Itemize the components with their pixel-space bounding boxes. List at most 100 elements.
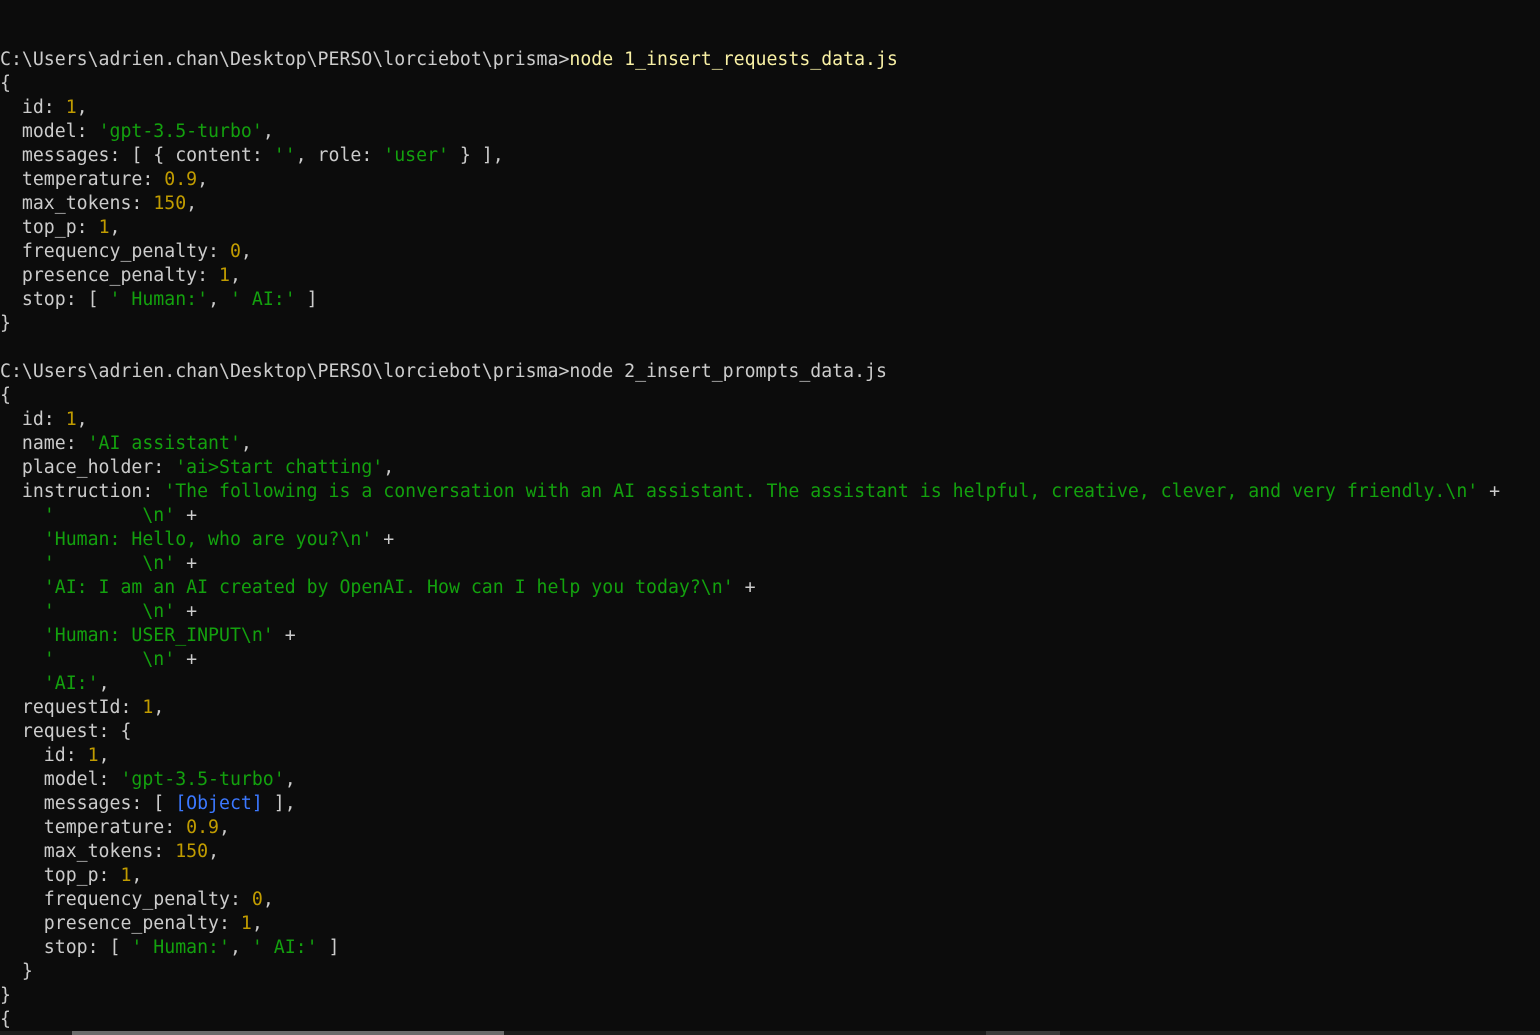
terminal-line: id: 1, (0, 96, 1540, 120)
string-value: 'gpt-3.5-turbo' (120, 769, 285, 790)
terminal-line: place_holder: 'ai>Start chatting', (0, 456, 1540, 480)
terminal-line: 'AI: I am an AI created by OpenAI. How c… (0, 576, 1540, 600)
output-text: C:\Users\adrien.chan\Desktop\PERSO\lorci… (0, 361, 887, 382)
number-value: 0 (251, 889, 263, 910)
string-value: ' Human:' (131, 937, 230, 958)
terminal-line: max_tokens: 150, (0, 840, 1540, 864)
output-text: , (76, 409, 88, 430)
horizontal-scrollbar-thumb[interactable] (72, 1031, 504, 1035)
terminal-line: presence_penalty: 1, (0, 912, 1540, 936)
output-text: id: (0, 97, 66, 118)
output-text: top_p: (0, 217, 99, 238)
output-text: , (208, 841, 220, 862)
output-text: , (98, 745, 110, 766)
output-text: id: (0, 409, 66, 430)
output-text: messages: [ { content: (0, 145, 274, 166)
output-text: , (131, 865, 143, 886)
output-text: id: (0, 745, 88, 766)
string-value: 'Human: USER_INPUT\n' (43, 625, 274, 646)
output-text: stop: [ (0, 937, 132, 958)
output-text: + (733, 577, 756, 598)
output-text: stop: [ (0, 289, 110, 310)
string-value: 'AI: I am an AI created by OpenAI. How c… (43, 577, 734, 598)
output-text: { (0, 385, 11, 406)
terminal-line: C:\Users\adrien.chan\Desktop\PERSO\lorci… (0, 360, 1540, 384)
output-text: , (262, 121, 274, 142)
string-value: '' (273, 145, 296, 166)
terminal-line: } (0, 312, 1540, 336)
output-text: frequency_penalty: (0, 241, 230, 262)
terminal-line: instruction: 'The following is a convers… (0, 480, 1540, 504)
terminal-line: ' \n' + (0, 648, 1540, 672)
command-text: node 1_insert_requests_data.js (569, 49, 898, 70)
output-text: { (0, 1009, 11, 1030)
terminal-line: id: 1, (0, 408, 1540, 432)
terminal-line: messages: [ [Object] ], (0, 792, 1540, 816)
horizontal-scrollbar-segment (986, 1031, 1060, 1035)
string-value: ' \n' (43, 505, 176, 526)
output-text: ] (317, 937, 340, 958)
output-text: frequency_penalty: (0, 889, 252, 910)
terminal-line: C:\Users\adrien.chan\Desktop\PERSO\lorci… (0, 48, 1540, 72)
output-text: temperature: (0, 817, 187, 838)
string-value: 'The following is a conversation with an… (164, 481, 1479, 502)
output-text: presence_penalty: (0, 265, 219, 286)
number-value: 1 (120, 865, 132, 886)
string-value: 'user' (383, 145, 449, 166)
terminal-line: top_p: 1, (0, 216, 1540, 240)
output-text: C:\Users\adrien.chan\Desktop\PERSO\lorci… (0, 49, 570, 70)
terminal-line: requestId: 1, (0, 696, 1540, 720)
terminal-line: presence_penalty: 1, (0, 264, 1540, 288)
output-text: , (240, 433, 252, 454)
number-value: 0.9 (186, 817, 220, 838)
number-value: 150 (153, 193, 187, 214)
output-text: , (219, 817, 230, 838)
output-text: + (175, 649, 198, 670)
output-text: , (76, 97, 88, 118)
output-text: instruction: (0, 481, 165, 502)
output-text: } ], (448, 145, 504, 166)
output-text: temperature: (0, 169, 165, 190)
output-text: + (372, 529, 395, 550)
terminal-line: max_tokens: 150, (0, 192, 1540, 216)
string-value: ' AI:' (229, 289, 296, 310)
terminal-line: top_p: 1, (0, 864, 1540, 888)
output-text: } (0, 313, 11, 334)
output-text: ], (262, 793, 296, 814)
number-value: 150 (175, 841, 209, 862)
string-value: 'Human: Hello, who are you?\n' (43, 529, 373, 550)
output-text: max_tokens: (0, 193, 154, 214)
output-text: , (98, 673, 110, 694)
output-text: { (0, 73, 11, 94)
terminal-line: stop: [ ' Human:', ' AI:' ] (0, 936, 1540, 960)
output-text: , role: (295, 145, 384, 166)
terminal-window[interactable]: C:\Users\adrien.chan\Desktop\PERSO\lorci… (0, 0, 1540, 1035)
number-value: 1 (65, 409, 77, 430)
output-text: } (0, 985, 11, 1006)
terminal-line: stop: [ ' Human:', ' AI:' ] (0, 288, 1540, 312)
terminal-line: 'Human: USER_INPUT\n' + (0, 624, 1540, 648)
terminal-line: temperature: 0.9, (0, 816, 1540, 840)
terminal-line: name: 'AI assistant', (0, 432, 1540, 456)
string-value: ' Human:' (109, 289, 209, 310)
horizontal-scrollbar-track[interactable] (0, 1031, 1540, 1035)
output-text: } (0, 961, 33, 982)
output-text: ] (295, 289, 318, 310)
terminal-line: 'Human: Hello, who are you?\n' + (0, 528, 1540, 552)
output-text: , (284, 769, 296, 790)
string-value: 'AI assistant' (87, 433, 241, 454)
output-text: , (229, 265, 241, 286)
terminal-line: 'AI:', (0, 672, 1540, 696)
string-value: ' AI:' (251, 937, 318, 958)
output-text: model: (0, 769, 121, 790)
output-text: + (1478, 481, 1501, 502)
output-text: + (273, 625, 296, 646)
terminal-line: temperature: 0.9, (0, 168, 1540, 192)
string-value: ' \n' (43, 601, 176, 622)
output-text: requestId: (0, 697, 143, 718)
output-text: name: (0, 433, 88, 454)
